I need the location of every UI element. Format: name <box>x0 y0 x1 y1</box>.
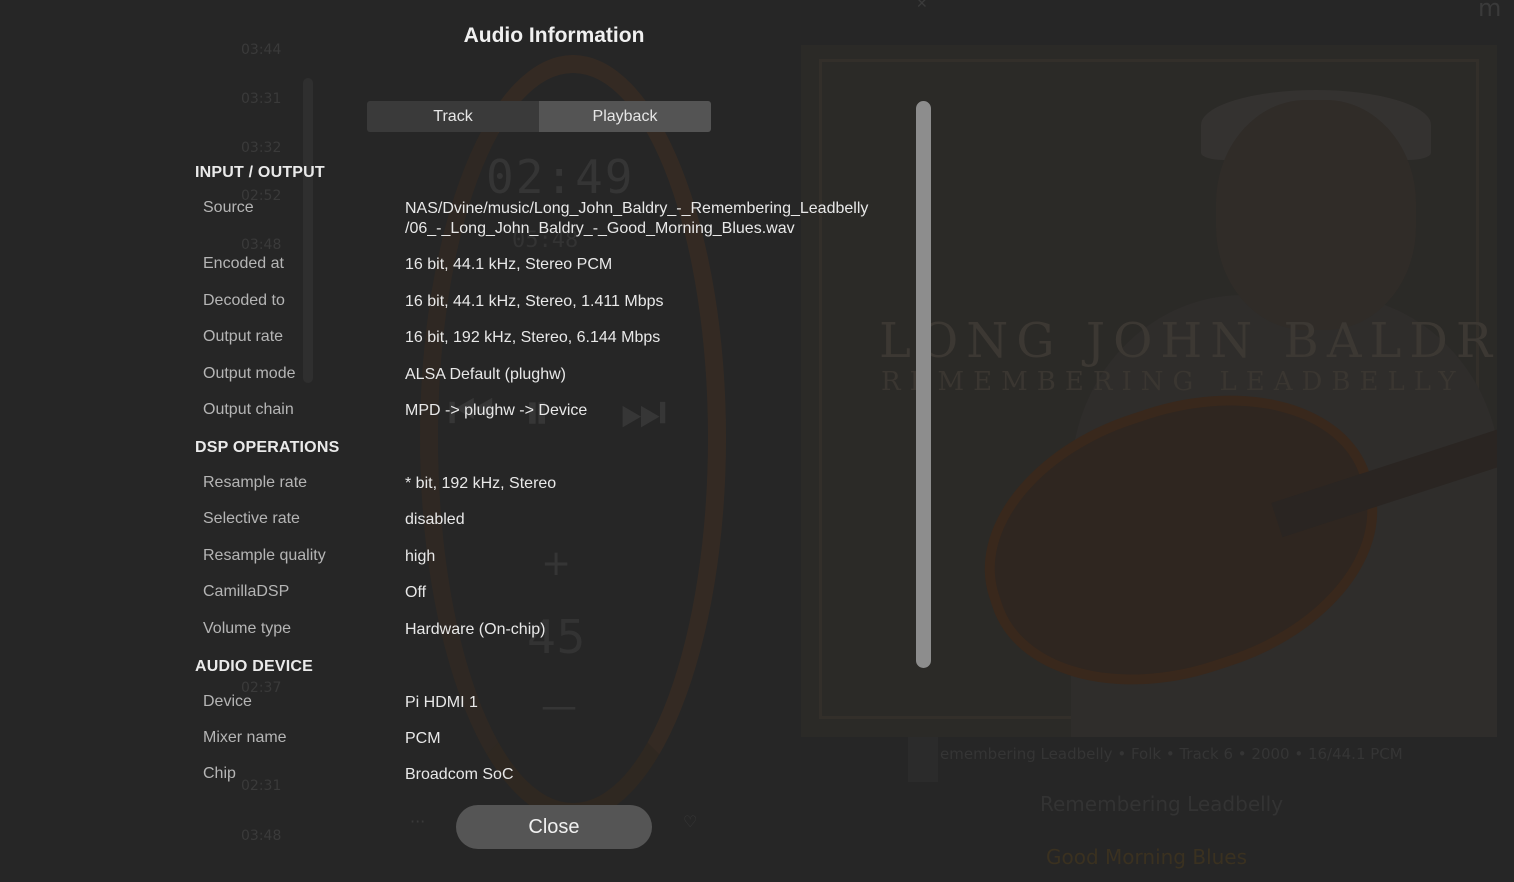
close-icon: ✕ <box>916 0 928 12</box>
queue-time: 03:32 <box>241 140 282 156</box>
decoded-value: 16 bit, 44.1 kHz, Stereo, 1.411 Mbps <box>405 293 664 310</box>
section-input-output: INPUT / OUTPUT <box>195 164 325 181</box>
camilladsp-value: Off <box>405 584 427 601</box>
tab-track[interactable]: Track <box>367 101 539 132</box>
resample-rate-label: Resample rate <box>203 474 308 491</box>
chip-label: Chip <box>203 765 236 782</box>
album-cover: LONG JOHN BALDRY REMEMBERING LEADBELLY <box>801 45 1497 737</box>
encoded-value: 16 bit, 44.1 kHz, Stereo PCM <box>405 256 613 273</box>
modal-title: Audio Information <box>463 24 645 47</box>
queue-time: 03:31 <box>241 91 282 107</box>
output-mode-value: ALSA Default (plughw) <box>405 366 566 383</box>
device-label: Device <box>203 693 252 710</box>
output-mode-label: Output mode <box>203 365 296 382</box>
device-value: Pi HDMI 1 <box>405 694 478 711</box>
volume-type-label: Volume type <box>203 620 292 637</box>
next-icon: ⏭ <box>620 382 667 442</box>
mixer-name-value: PCM <box>405 730 441 747</box>
cover-subtitle: REMEMBERING LEADBELLY <box>881 367 1465 397</box>
side-panel <box>908 737 938 782</box>
volume-up-icon: + <box>541 543 572 584</box>
queue-time: 03:48 <box>241 828 282 844</box>
selective-rate-label: Selective rate <box>203 510 300 527</box>
source-label: Source <box>203 199 254 216</box>
output-chain-value: MPD -> plughw -> Device <box>405 402 588 419</box>
output-rate-value: 16 bit, 192 kHz, Stereo, 6.144 Mbps <box>405 329 661 346</box>
elapsed-time: 02:49 <box>486 150 635 204</box>
tab-bar: Track Playback <box>367 101 711 132</box>
section-audio-device: AUDIO DEVICE <box>195 658 313 675</box>
queue-time: 02:31 <box>241 778 282 794</box>
resample-rate-value: * bit, 192 kHz, Stereo <box>405 475 557 492</box>
album-name: Remembering Leadbelly <box>1040 792 1284 816</box>
decoded-label: Decoded to <box>203 292 285 309</box>
close-button[interactable]: Close <box>456 805 652 849</box>
output-chain-label: Output chain <box>203 401 294 418</box>
more-icon: ··· <box>410 812 426 831</box>
song-title: Good Morning Blues <box>1046 845 1248 869</box>
resample-quality-label: Resample quality <box>203 547 326 564</box>
app-logo: m <box>1478 0 1502 22</box>
volume-down-icon: — <box>541 686 577 727</box>
chip-value: Broadcom SoC <box>405 766 514 783</box>
modal-scrollbar[interactable] <box>916 101 931 668</box>
mixer-name-label: Mixer name <box>203 729 287 746</box>
tab-playback[interactable]: Playback <box>539 101 711 132</box>
source-value: NAS/Dvine/music/Long_John_Baldry_-_Remem… <box>405 199 868 239</box>
output-rate-label: Output rate <box>203 328 284 345</box>
volume-type-value: Hardware (On-chip) <box>405 621 546 638</box>
camilladsp-label: CamillaDSP <box>203 583 290 600</box>
source-path-line2: /06_-_Long_John_Baldry_-_Good_Morning_Bl… <box>405 220 795 237</box>
cover-title: LONG JOHN BALDRY <box>879 313 1497 369</box>
resample-quality-value: high <box>405 548 436 565</box>
source-path-line1: NAS/Dvine/music/Long_John_Baldry_-_Remem… <box>405 200 869 217</box>
track-meta: emembering Leadbelly • Folk • Track 6 • … <box>940 745 1403 763</box>
queue-scrollbar <box>303 78 313 383</box>
heart-icon: ♡ <box>683 812 698 831</box>
queue-time: 03:48 <box>241 237 282 253</box>
section-dsp-operations: DSP OPERATIONS <box>195 439 340 456</box>
selective-rate-value: disabled <box>405 511 465 528</box>
encoded-label: Encoded at <box>203 255 284 272</box>
